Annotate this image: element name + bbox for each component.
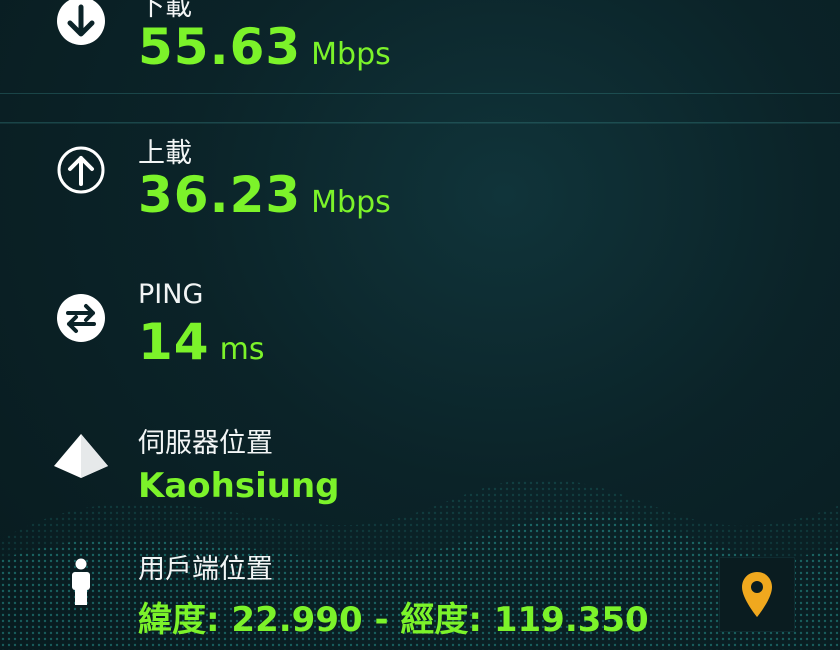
upload-value: 36.23 Mbps: [138, 166, 391, 224]
client-label: 用戶端位置: [138, 554, 273, 585]
upload-label: 上載: [138, 138, 192, 169]
upload-unit: Mbps: [311, 185, 391, 220]
map-pin-icon: [742, 572, 772, 617]
download-speed: 55.63: [138, 18, 302, 76]
ping-ms: 14: [138, 313, 210, 371]
person-icon: [72, 558, 90, 605]
server-label: 伺服器位置: [138, 428, 273, 459]
swap-arrows-circle-icon: [57, 294, 105, 342]
upload-speed: 36.23: [138, 166, 302, 224]
arrow-down-circle-icon: [57, 0, 105, 45]
particle-wave-background: [0, 93, 840, 650]
server-location: Kaohsiung: [138, 466, 340, 506]
client-coordinates: 緯度: 22.990 - 經度: 119.350: [138, 600, 649, 640]
pyramid-icon: [54, 434, 108, 478]
ping-unit: ms: [219, 332, 265, 367]
map-location-button[interactable]: [719, 557, 795, 632]
ping-value: 14 ms: [138, 313, 264, 371]
download-unit: Mbps: [311, 37, 391, 72]
arrow-up-circle-icon: [57, 146, 105, 194]
ping-label: PING: [138, 279, 204, 310]
download-value: 55.63 Mbps: [138, 18, 391, 76]
